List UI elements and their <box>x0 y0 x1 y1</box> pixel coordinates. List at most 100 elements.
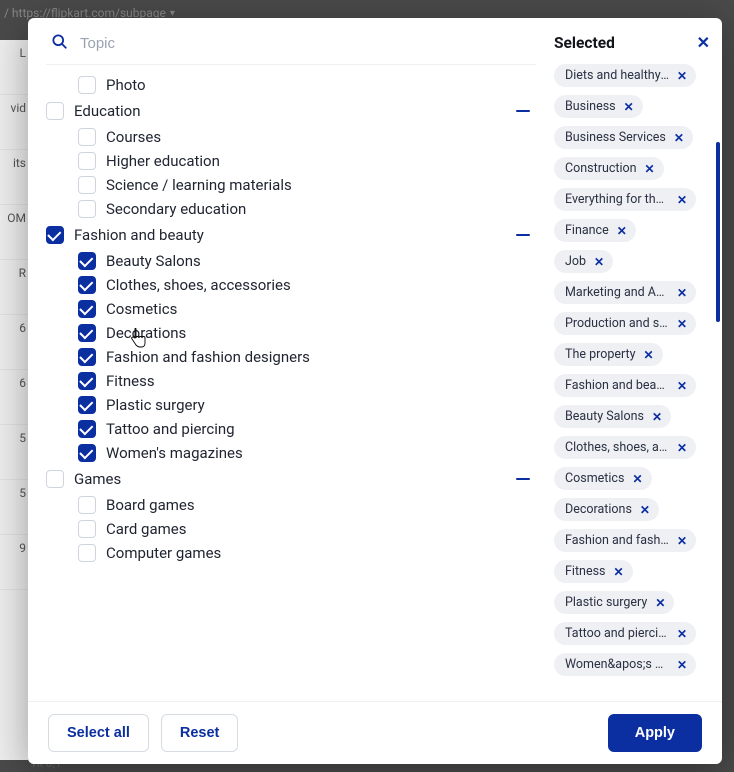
remove-chip-icon[interactable]: ✕ <box>677 658 687 672</box>
topic-tree[interactable]: Photo Education Courses Higher education Sci… <box>46 65 546 701</box>
bg-left-cell: L <box>0 40 28 95</box>
close-icon[interactable]: ✕ <box>697 35 710 51</box>
topic-row[interactable]: Card games <box>46 517 536 541</box>
topic-row[interactable]: Decorations <box>46 321 536 345</box>
apply-button[interactable]: Apply <box>608 714 702 752</box>
checkbox[interactable] <box>78 300 96 318</box>
checkbox[interactable] <box>46 226 64 244</box>
remove-chip-icon[interactable]: ✕ <box>677 441 687 455</box>
remove-chip-icon[interactable]: ✕ <box>677 627 687 641</box>
remove-chip-icon[interactable]: ✕ <box>674 131 684 145</box>
checkbox[interactable] <box>78 444 96 462</box>
chip-label: Clothes, shoes, accessories <box>565 440 669 455</box>
topic-row[interactable]: Tattoo and piercing <box>46 417 536 441</box>
selected-chip: Tattoo and piercing✕ <box>554 622 696 645</box>
checkbox[interactable] <box>78 420 96 438</box>
topic-row[interactable]: Clothes, shoes, accessories <box>46 273 536 297</box>
selected-chip: Business Services✕ <box>554 126 693 149</box>
collapse-icon[interactable] <box>514 468 536 490</box>
collapse-icon[interactable] <box>514 100 536 122</box>
remove-chip-icon[interactable]: ✕ <box>645 162 655 176</box>
checkbox[interactable] <box>78 348 96 366</box>
checkbox[interactable] <box>78 520 96 538</box>
topic-row[interactable]: Fitness <box>46 369 536 393</box>
chip-label: Production and supplies <box>565 316 669 331</box>
topic-tree-panel: Photo Education Courses Higher education Sci… <box>28 18 546 701</box>
checkbox[interactable] <box>78 176 96 194</box>
checkbox[interactable] <box>78 396 96 414</box>
remove-chip-icon[interactable]: ✕ <box>677 534 687 548</box>
remove-chip-icon[interactable]: ✕ <box>677 379 687 393</box>
topic-row[interactable]: Science / learning materials <box>46 173 536 197</box>
checkbox[interactable] <box>78 252 96 270</box>
checkbox[interactable] <box>46 102 64 120</box>
topic-row[interactable]: Beauty Salons <box>46 249 536 273</box>
topic-label: Cosmetics <box>106 300 177 318</box>
remove-chip-icon[interactable]: ✕ <box>632 472 642 486</box>
checkbox[interactable] <box>78 152 96 170</box>
chip-label: Fitness <box>565 564 605 579</box>
chip-label: Fashion and fashion designers <box>565 533 669 548</box>
checkbox[interactable] <box>78 496 96 514</box>
select-all-button[interactable]: Select all <box>48 714 149 752</box>
collapse-icon[interactable] <box>514 224 536 246</box>
bg-left-cell: its <box>0 150 28 205</box>
remove-chip-icon[interactable]: ✕ <box>613 565 623 579</box>
remove-chip-icon[interactable]: ✕ <box>655 596 665 610</box>
topic-row[interactable]: Cosmetics <box>46 297 536 321</box>
bg-left-cell: OM <box>0 205 28 260</box>
remove-chip-icon[interactable]: ✕ <box>640 503 650 517</box>
remove-chip-icon[interactable]: ✕ <box>677 286 687 300</box>
topic-row[interactable]: Secondary education <box>46 197 536 221</box>
topic-row[interactable]: Fashion and fashion designers <box>46 345 536 369</box>
chip-label: Business <box>565 99 616 114</box>
topic-row[interactable]: Higher education <box>46 149 536 173</box>
category-row[interactable]: Games <box>46 465 536 493</box>
topic-row[interactable]: Computer games <box>46 541 536 565</box>
topic-label: Science / learning materials <box>106 176 292 194</box>
remove-chip-icon[interactable]: ✕ <box>677 69 687 83</box>
modal-footer: Select all Reset Apply <box>28 701 722 764</box>
checkbox[interactable] <box>46 470 64 488</box>
topic-row[interactable]: Plastic surgery <box>46 393 536 417</box>
remove-chip-icon[interactable]: ✕ <box>652 410 662 424</box>
chip-label: Women&apos;s magazines <box>565 657 669 672</box>
checkbox[interactable] <box>78 372 96 390</box>
search-input[interactable] <box>80 35 524 52</box>
selected-chip: The property✕ <box>554 343 663 366</box>
remove-chip-icon[interactable]: ✕ <box>624 100 634 114</box>
topic-label: Fashion and beauty <box>74 226 204 244</box>
reset-button[interactable]: Reset <box>161 714 239 752</box>
scrollbar-thumb[interactable] <box>716 142 720 322</box>
checkbox[interactable] <box>78 76 96 94</box>
chip-label: Finance <box>565 223 609 238</box>
topic-label: Photo <box>106 76 146 94</box>
selected-chip: Plastic surgery ✕ <box>554 591 674 614</box>
bg-left-cell: 6 <box>0 370 28 425</box>
remove-chip-icon[interactable]: ✕ <box>594 255 604 269</box>
chip-label: Plastic surgery <box>565 595 647 610</box>
selected-chip: Fashion and fashion designers ✕ <box>554 529 696 552</box>
topic-row[interactable]: Women's magazines <box>46 441 536 465</box>
bg-left-cell: 5 <box>0 425 28 480</box>
topic-row[interactable]: Board games <box>46 493 536 517</box>
chip-label: Everything for the office <box>565 192 669 207</box>
topic-label: Computer games <box>106 544 221 562</box>
checkbox[interactable] <box>78 324 96 342</box>
topic-label: Courses <box>106 128 161 146</box>
category-row[interactable]: Fashion and beauty <box>46 221 536 249</box>
topic-row[interactable]: Photo <box>46 73 536 97</box>
topic-row[interactable]: Courses <box>46 125 536 149</box>
topic-label: Women's magazines <box>106 444 243 462</box>
remove-chip-icon[interactable]: ✕ <box>644 348 654 362</box>
remove-chip-icon[interactable]: ✕ <box>677 193 687 207</box>
checkbox[interactable] <box>78 200 96 218</box>
checkbox[interactable] <box>78 544 96 562</box>
checkbox[interactable] <box>78 276 96 294</box>
checkbox[interactable] <box>78 128 96 146</box>
remove-chip-icon[interactable]: ✕ <box>617 224 627 238</box>
search-row <box>46 32 536 65</box>
category-row[interactable]: Education <box>46 97 536 125</box>
remove-chip-icon[interactable]: ✕ <box>677 317 687 331</box>
selected-chip: Cosmetics✕ <box>554 467 652 490</box>
